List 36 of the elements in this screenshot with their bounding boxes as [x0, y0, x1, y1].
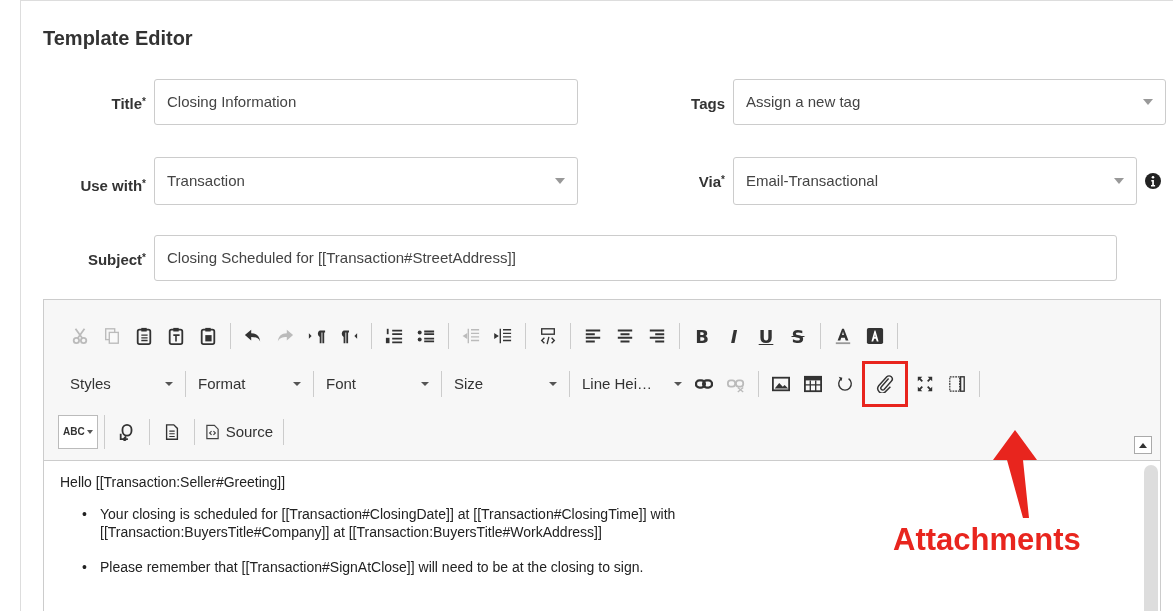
greeting-text: Hello [[Transaction:Seller#Greeting]]	[60, 473, 287, 492]
bold-button[interactable]: B	[686, 321, 718, 351]
toolbar-dropdown[interactable]: Size	[448, 372, 563, 396]
text-input[interactable]: Closing Scheduled for [[Transaction#StreetAddress]]	[154, 235, 1117, 281]
field-label: Use with$^{*}$	[79, 176, 147, 196]
annotation-label: Attachments	[893, 521, 1081, 559]
field-label: Via$^{*}$	[697, 172, 726, 192]
toolbar-dropdown[interactable]: Line Hei…	[576, 372, 688, 396]
field-label: Tags	[690, 94, 726, 114]
caret-icon	[1143, 99, 1153, 105]
select-field[interactable]: Assign a new tag	[733, 79, 1166, 125]
caret-icon	[1139, 442, 1147, 448]
strikethrough-button[interactable]: S	[782, 321, 814, 351]
caret-icon	[1114, 178, 1124, 184]
select-field[interactable]: Transaction	[154, 157, 578, 205]
paperclip-icon[interactable]	[865, 364, 905, 404]
bullet-marker: •	[82, 505, 88, 525]
bullet-text: Your closing is scheduled for [[Transaction#ClosingDate]] at [[Transaction#ClosingTime]] with [[Transaction:BuyersTitle#Company]] at [[Transaction:BuyersTitle#WorkAddress]]	[100, 505, 677, 542]
field-label: Subject$^{*}$	[86, 250, 147, 270]
source-code-icon	[204, 424, 220, 440]
bullet-marker: •	[82, 557, 88, 576]
underline-button[interactable]: U	[750, 321, 782, 351]
select-field[interactable]: Email-Transactional	[733, 157, 1137, 205]
page-title: Template Editor	[43, 26, 194, 51]
info-icon[interactable]	[1145, 173, 1161, 189]
field-label: Title$^{*}$	[110, 94, 147, 114]
text-input[interactable]: Closing Information	[154, 79, 578, 125]
toolbar-dropdown[interactable]: Format	[192, 372, 307, 396]
toolbar-dropdown[interactable]: Styles	[64, 372, 179, 396]
caret-icon	[555, 178, 565, 184]
italic-button[interactable]: I	[718, 321, 750, 351]
source-button[interactable]: Source	[200, 420, 278, 444]
bullet-text: Please remember that [[Transaction#SignAtClose]] will need to be at the closing to sign.	[100, 557, 644, 576]
collapse-toolbar-button[interactable]	[1134, 436, 1152, 454]
toolbar-dropdown[interactable]: Font	[320, 372, 435, 396]
spellcheck-button[interactable]: ABC	[58, 415, 98, 449]
